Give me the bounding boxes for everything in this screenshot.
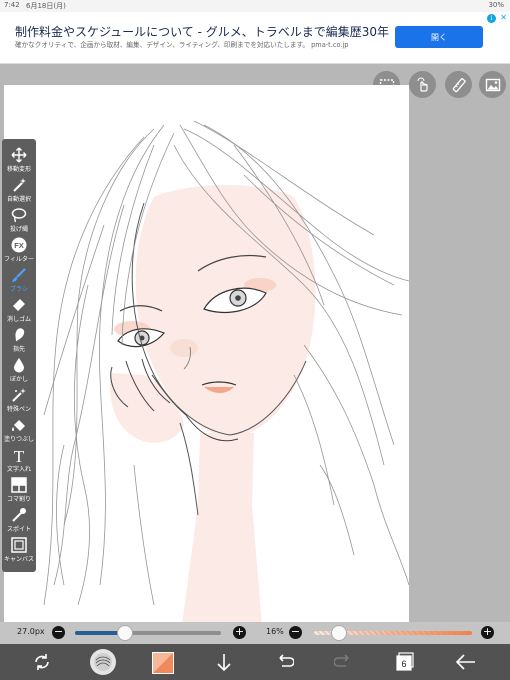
tool-label: スポイト [6, 526, 31, 533]
gesture-button[interactable] [409, 71, 436, 98]
brush-opacity-value: 16% [266, 627, 284, 636]
fx-icon: FX [11, 237, 27, 253]
tool-label: 指先 [12, 346, 25, 353]
tool-special-pen[interactable]: 特殊ペン [2, 385, 36, 415]
brush-preview-icon [94, 653, 112, 671]
ad-info-icon[interactable]: i [487, 14, 496, 23]
text-icon: T [14, 447, 25, 463]
eyedropper-icon [12, 508, 26, 522]
tool-move[interactable]: 移動変形 [2, 145, 36, 175]
hand-gesture-icon [417, 77, 428, 92]
back-button[interactable] [454, 650, 478, 674]
brush-opacity-minus-button[interactable]: − [289, 626, 302, 639]
tool-auto-select[interactable]: 自動選択 [2, 175, 36, 205]
redo-icon [334, 654, 349, 667]
back-arrow-icon [455, 654, 475, 670]
status-bar: 7:42 6月18日(月) 30% [0, 0, 510, 12]
tool-label: 塗りつぶし [3, 436, 35, 443]
ruler-icon [452, 77, 466, 92]
move-arrows-icon [11, 147, 27, 163]
image-icon [485, 78, 500, 91]
color-swatch-button[interactable] [152, 652, 174, 674]
ad-banner[interactable]: 制作料金やスケジュールについて - グルメ、トラベルまで編集歴30年 確かなクオ… [0, 12, 510, 64]
tool-lasso[interactable]: 投げ縄 [2, 205, 36, 235]
tool-label: 移動変形 [6, 166, 31, 173]
artwork [43, 120, 409, 625]
tool-label: 特殊ペン [6, 406, 31, 413]
brush-size-slider[interactable] [75, 631, 221, 635]
brush-icon [12, 268, 26, 282]
material-button[interactable] [479, 71, 506, 98]
tool-eyedropper[interactable]: スポイト [2, 505, 36, 535]
eraser-icon [13, 299, 25, 311]
tool-label: フィルター [4, 256, 34, 263]
undo-button[interactable] [272, 650, 296, 674]
tool-label: 消しゴム [6, 316, 31, 323]
special-pen-icon [12, 388, 26, 402]
tool-palette: 移動変形 自動選択 投げ縄 FX フィルター ブラシ 消しゴム 指先 ぼかし 特… [2, 139, 36, 572]
layers-icon: 6 [396, 652, 414, 671]
status-time: 7:42 [4, 1, 20, 9]
tool-label: キャンバス [3, 556, 34, 563]
svg-text:FX: FX [14, 241, 24, 250]
ad-description: 確かなクオリティで、企画から取材、編集、デザイン、ライティング、印刷までを対応い… [15, 41, 349, 49]
smudge-finger-icon [15, 328, 25, 342]
tool-label: ぼかし [9, 376, 28, 383]
status-date: 6月18日(月) [26, 2, 66, 10]
brush-slider-row: 27.0px − + 16% − + [0, 622, 510, 644]
tool-label: 文字入れ [6, 466, 31, 473]
ruler-button[interactable] [445, 71, 472, 98]
brush-size-plus-button[interactable]: + [233, 626, 246, 639]
tool-label: ブラシ [10, 286, 28, 293]
tool-smudge[interactable]: 指先 [2, 325, 36, 355]
download-button[interactable] [212, 650, 236, 674]
tool-canvas[interactable]: キャンバス [2, 535, 36, 565]
canvas-icon [11, 537, 27, 553]
brush-opacity-plus-button[interactable]: + [481, 626, 494, 639]
brush-size-knob[interactable] [116, 625, 133, 641]
tool-text[interactable]: T 文字入れ [2, 445, 36, 475]
ad-open-button[interactable]: 開く [395, 26, 483, 48]
transform-button[interactable] [30, 650, 54, 674]
tool-blur[interactable]: ぼかし [2, 355, 36, 385]
tool-label: 投げ縄 [9, 226, 28, 233]
tool-brush[interactable]: ブラシ [2, 265, 36, 295]
blur-drop-icon [14, 358, 24, 373]
color-swatch-icon [153, 653, 173, 673]
lasso-icon [11, 208, 27, 223]
tool-eraser[interactable]: 消しゴム [2, 295, 36, 325]
ad-title[interactable]: 制作料金やスケジュールについて - グルメ、トラベルまで編集歴30年 [15, 23, 389, 40]
ad-close-icon[interactable]: ✕ [500, 13, 507, 22]
frame-divider-icon [11, 477, 27, 493]
layers-button[interactable]: 6 [393, 650, 417, 674]
drawing-canvas[interactable] [4, 85, 409, 625]
bottom-toolbar: 6 [0, 644, 510, 680]
status-battery: 30% [488, 1, 504, 9]
tool-filter[interactable]: FX フィルター [2, 235, 36, 265]
brush-size-value: 27.0px [17, 627, 45, 636]
down-arrow-icon [217, 654, 231, 672]
brush-preview-button[interactable] [90, 649, 116, 675]
svg-text:T: T [14, 447, 25, 463]
fill-bucket-icon [12, 420, 25, 431]
brush-opacity-knob[interactable] [331, 625, 348, 641]
transform-icon [35, 654, 49, 670]
tool-label: コマ割り [6, 496, 31, 503]
tool-fill[interactable]: 塗りつぶし [2, 415, 36, 445]
redo-button[interactable] [332, 650, 356, 674]
layer-count: 6 [401, 659, 406, 669]
brush-size-minus-button[interactable]: − [52, 626, 65, 639]
tool-label: 自動選択 [6, 196, 31, 203]
magic-wand-icon [13, 178, 26, 192]
undo-icon [279, 654, 294, 667]
tool-frame-divider[interactable]: コマ割り [2, 475, 36, 505]
